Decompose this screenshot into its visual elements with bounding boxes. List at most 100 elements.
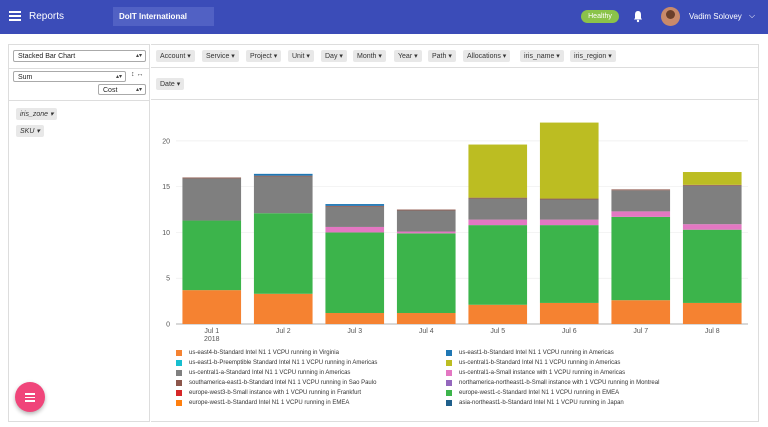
x-tick-label: Jul 6	[562, 328, 577, 335]
bar-segment[interactable]	[182, 177, 242, 179]
legend-item[interactable]: us-east1-b-Standard Intel N1 1 VCPU runn…	[446, 350, 614, 356]
legend-label: southamerica-east1-b-Standard Intel N1 1…	[189, 380, 377, 386]
bar-segment[interactable]	[682, 229, 742, 303]
bar-segment[interactable]	[468, 144, 528, 198]
field-chip-month[interactable]: Month ▾	[353, 50, 386, 62]
bar-segment[interactable]	[611, 189, 671, 191]
legend-swatch	[446, 380, 452, 386]
legend-label: us-central1-a-Small instance with 1 VCPU…	[459, 370, 626, 376]
legend-item[interactable]: southamerica-east1-b-Standard Intel N1 1…	[176, 380, 376, 386]
bar-segment[interactable]	[396, 313, 456, 324]
bar-segment[interactable]	[468, 219, 528, 226]
field-chip-sku[interactable]: SKU ▾	[16, 125, 44, 137]
bar-segment[interactable]	[396, 231, 456, 234]
field-chip-iris-name[interactable]: iris_name ▾	[520, 50, 564, 62]
bar-segment[interactable]	[396, 233, 456, 314]
chevron-down-icon[interactable]: ⌵	[749, 11, 755, 21]
legend-label: us-east1-b-Standard Intel N1 1 VCPU runn…	[459, 350, 614, 356]
legend-item[interactable]: us-central1-a-Small instance with 1 VCPU…	[446, 370, 625, 376]
bar-segment[interactable]	[611, 211, 671, 217]
bar-segment[interactable]	[539, 122, 599, 199]
menu-icon[interactable]	[9, 11, 21, 21]
bar-segment[interactable]	[325, 204, 385, 206]
field-chip-iris-region[interactable]: iris_region ▾	[570, 50, 616, 62]
legend-label: us-central1-b-Standard Intel N1 1 VCPU r…	[459, 360, 621, 366]
legend-item[interactable]: us-central1-b-Standard Intel N1 1 VCPU r…	[446, 360, 620, 366]
field-chip-year[interactable]: Year ▾	[394, 50, 422, 62]
field-chip-project[interactable]: Project ▾	[246, 50, 282, 62]
user-name[interactable]: Vadim Solovey	[689, 12, 742, 21]
bar-segment[interactable]	[539, 198, 599, 200]
legend-item[interactable]: us-east4-b-Standard Intel N1 1 VCPU runn…	[176, 350, 339, 356]
org-selector[interactable]: DoIT International	[113, 7, 214, 26]
bar-segment[interactable]	[468, 198, 528, 220]
bar-segment[interactable]	[396, 210, 456, 232]
bar-segment[interactable]	[182, 178, 242, 221]
bar-segment[interactable]	[253, 213, 313, 294]
aggregator-value: Sum	[18, 74, 33, 81]
bar-segment[interactable]	[253, 176, 313, 214]
bar-segment[interactable]	[253, 293, 313, 324]
bar-segment[interactable]	[539, 199, 599, 220]
field-chip-account[interactable]: Account ▾	[156, 50, 195, 62]
field-chip-iris-zone[interactable]: iris_zone ▾	[16, 108, 58, 120]
bell-icon[interactable]	[633, 10, 643, 23]
x-tick-label: Jul 1	[204, 328, 219, 335]
value-field: Cost	[103, 87, 118, 94]
status-badge[interactable]: Healthy	[581, 10, 619, 23]
bar-segment[interactable]	[682, 172, 742, 185]
x-tick-label: Jul 5	[490, 328, 505, 335]
fab-menu-button[interactable]	[15, 382, 45, 412]
bar-segment[interactable]	[253, 175, 313, 177]
bar-segment[interactable]	[539, 219, 599, 226]
x-tick-label: Jul 3	[347, 328, 362, 335]
bar-segment[interactable]	[611, 300, 671, 324]
chart-type-select[interactable]: Stacked Bar Chart ▴▾	[13, 50, 146, 62]
bar-segment[interactable]	[325, 232, 385, 314]
legend-swatch	[176, 400, 182, 406]
aggregator-select[interactable]: Sum ▴▾	[13, 71, 126, 82]
legend-item[interactable]: europe-west1-c-Standard Intel N1 1 VCPU …	[446, 390, 619, 396]
legend-swatch	[446, 350, 452, 356]
bar-segment[interactable]	[325, 206, 385, 227]
bar-segment[interactable]	[539, 225, 599, 303]
bar-segment[interactable]	[182, 220, 242, 291]
avatar[interactable]	[661, 7, 680, 26]
legend-item[interactable]: us-east1-b-Preemptible Standard Intel N1…	[176, 360, 377, 366]
bar-segment[interactable]	[682, 184, 742, 186]
bar-segment[interactable]	[182, 290, 242, 324]
bar-segment[interactable]	[396, 209, 456, 211]
field-chip-allocations[interactable]: Allocations ▾	[463, 50, 511, 62]
field-chip-service[interactable]: Service ▾	[202, 50, 239, 62]
bar-segment[interactable]	[468, 304, 528, 324]
bar-segment[interactable]	[325, 226, 385, 233]
bar-segment[interactable]	[468, 225, 528, 305]
bar-segment[interactable]	[468, 197, 528, 199]
legend-swatch	[446, 400, 452, 406]
app-title[interactable]: Reports	[29, 11, 64, 22]
bar-segment[interactable]	[611, 216, 671, 301]
bar-segment[interactable]	[325, 313, 385, 324]
x-tick-sublabel: 2018	[204, 336, 220, 343]
value-select[interactable]: Cost ▴▾	[98, 84, 146, 95]
y-tick-label: 5	[166, 276, 170, 283]
stacked-bar-chart: 0 5 10 15 20 Jul 12018 Jul 2 Jul 3 Jul 4 Jul 5 Ju…	[162, 122, 748, 343]
field-chip-path[interactable]: Path ▾	[428, 50, 456, 62]
swap-icon[interactable]: ↕ ↔	[131, 71, 143, 78]
bar-segment[interactable]	[682, 185, 742, 225]
field-chip-day[interactable]: Day ▾	[321, 50, 347, 62]
bar-segment[interactable]	[539, 302, 599, 324]
bar-segment[interactable]	[611, 190, 671, 212]
legend-item[interactable]: asia-northeast1-b-Standard Intel N1 1 VC…	[446, 400, 624, 406]
bar-segment[interactable]	[682, 224, 742, 230]
legend-item[interactable]: europe-west3-b-Small instance with 1 VCP…	[176, 390, 361, 396]
legend-item[interactable]: northamerica-northeast1-b-Small instance…	[446, 380, 659, 386]
bar-segment[interactable]	[325, 205, 385, 207]
legend-swatch	[446, 360, 452, 366]
legend-item[interactable]: europe-west1-b-Standard Intel N1 1 VCPU …	[176, 400, 349, 406]
field-chip-unit[interactable]: Unit ▾	[288, 50, 314, 62]
field-chip-date[interactable]: Date ▾	[156, 78, 185, 90]
bar-segment[interactable]	[682, 302, 742, 324]
legend-item[interactable]: us-central1-a-Standard Intel N1 1 VCPU r…	[176, 370, 350, 376]
bar-segment[interactable]	[253, 173, 313, 176]
